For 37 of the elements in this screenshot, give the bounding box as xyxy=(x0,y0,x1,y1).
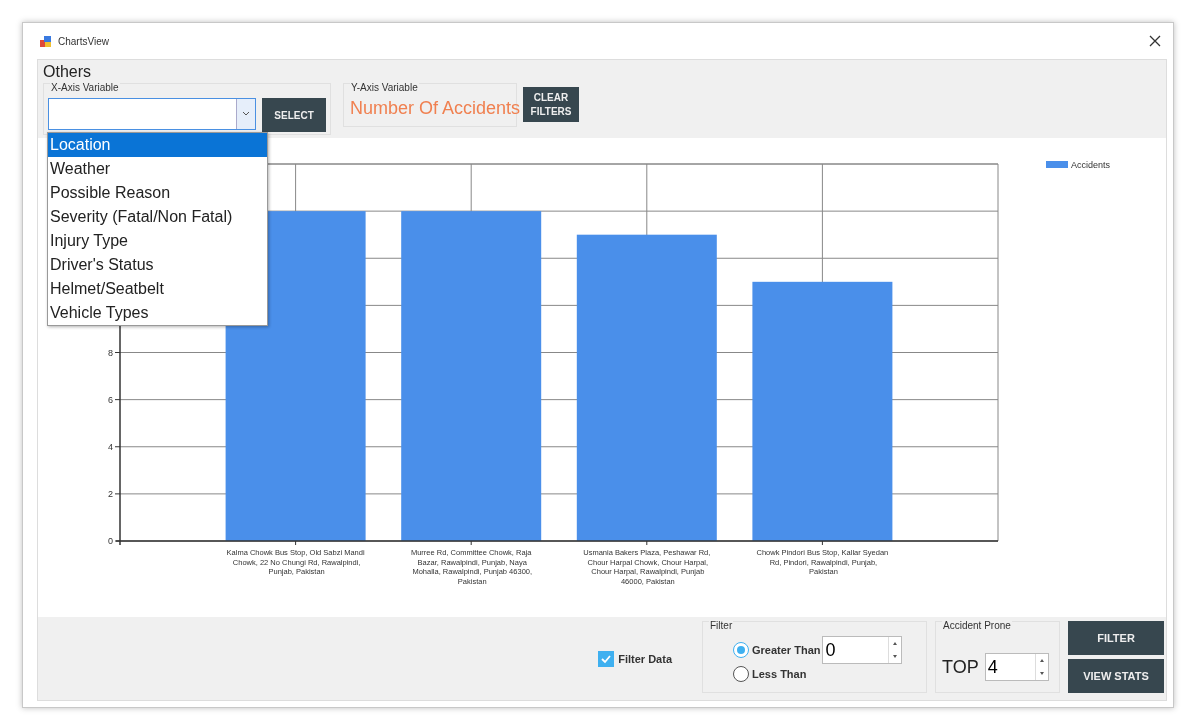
action-button[interactable]: FILTER xyxy=(1068,621,1164,655)
group-label: X-Axis Variable xyxy=(50,82,120,93)
clear-filters-button[interactable]: CLEAR FILTERS xyxy=(523,87,579,122)
legend-label: Accidents xyxy=(1071,160,1111,170)
dropdown-option[interactable]: Vehicle Types xyxy=(48,301,267,325)
group-title: Others xyxy=(43,63,91,81)
group-label: Y-Axis Variable xyxy=(350,82,419,93)
window-title: ChartsView xyxy=(58,35,110,47)
axis-tick-label: 0 xyxy=(108,536,113,546)
close-icon[interactable] xyxy=(1149,35,1161,47)
field-label: TOP xyxy=(942,656,979,678)
axis-tick-label: 2 xyxy=(108,488,113,499)
radio-button[interactable] xyxy=(733,642,749,658)
dropdown-option[interactable]: Injury Type xyxy=(48,229,267,253)
radio-label: Greater Than xyxy=(752,644,821,656)
group-label: Filter xyxy=(709,620,734,631)
axis-value: Number Of Accidents xyxy=(350,97,521,120)
dropdown-option[interactable]: Location xyxy=(48,133,267,157)
dropdown-option[interactable]: Possible Reason xyxy=(48,181,267,205)
axis-tick-label: 8 xyxy=(108,347,113,358)
number-field[interactable]: 4 xyxy=(984,653,1049,681)
action-button[interactable]: VIEW STATS xyxy=(1068,659,1164,693)
dropdown-field[interactable] xyxy=(48,98,257,130)
number-field[interactable]: 0 xyxy=(822,636,903,664)
dropdown-option[interactable]: Driver's Status xyxy=(48,253,267,277)
radio-label: Less Than xyxy=(752,668,807,680)
caret-icon[interactable] xyxy=(242,111,251,117)
axis-tick-label: 6 xyxy=(108,394,113,405)
radio-button[interactable] xyxy=(733,666,749,682)
checkbox-label: Filter Data xyxy=(618,653,672,665)
axis-tick-label: 4 xyxy=(108,441,113,452)
dropdown-option[interactable]: Helmet/Seatbelt xyxy=(48,277,267,301)
app-icon xyxy=(39,34,52,48)
dropdown-option[interactable]: Severity (Fatal/Non Fatal) xyxy=(48,205,267,229)
select-button[interactable]: SELECT xyxy=(262,98,326,132)
dropdown-option[interactable]: Weather xyxy=(48,157,267,181)
group-label: Accident Prone xyxy=(942,620,1012,631)
